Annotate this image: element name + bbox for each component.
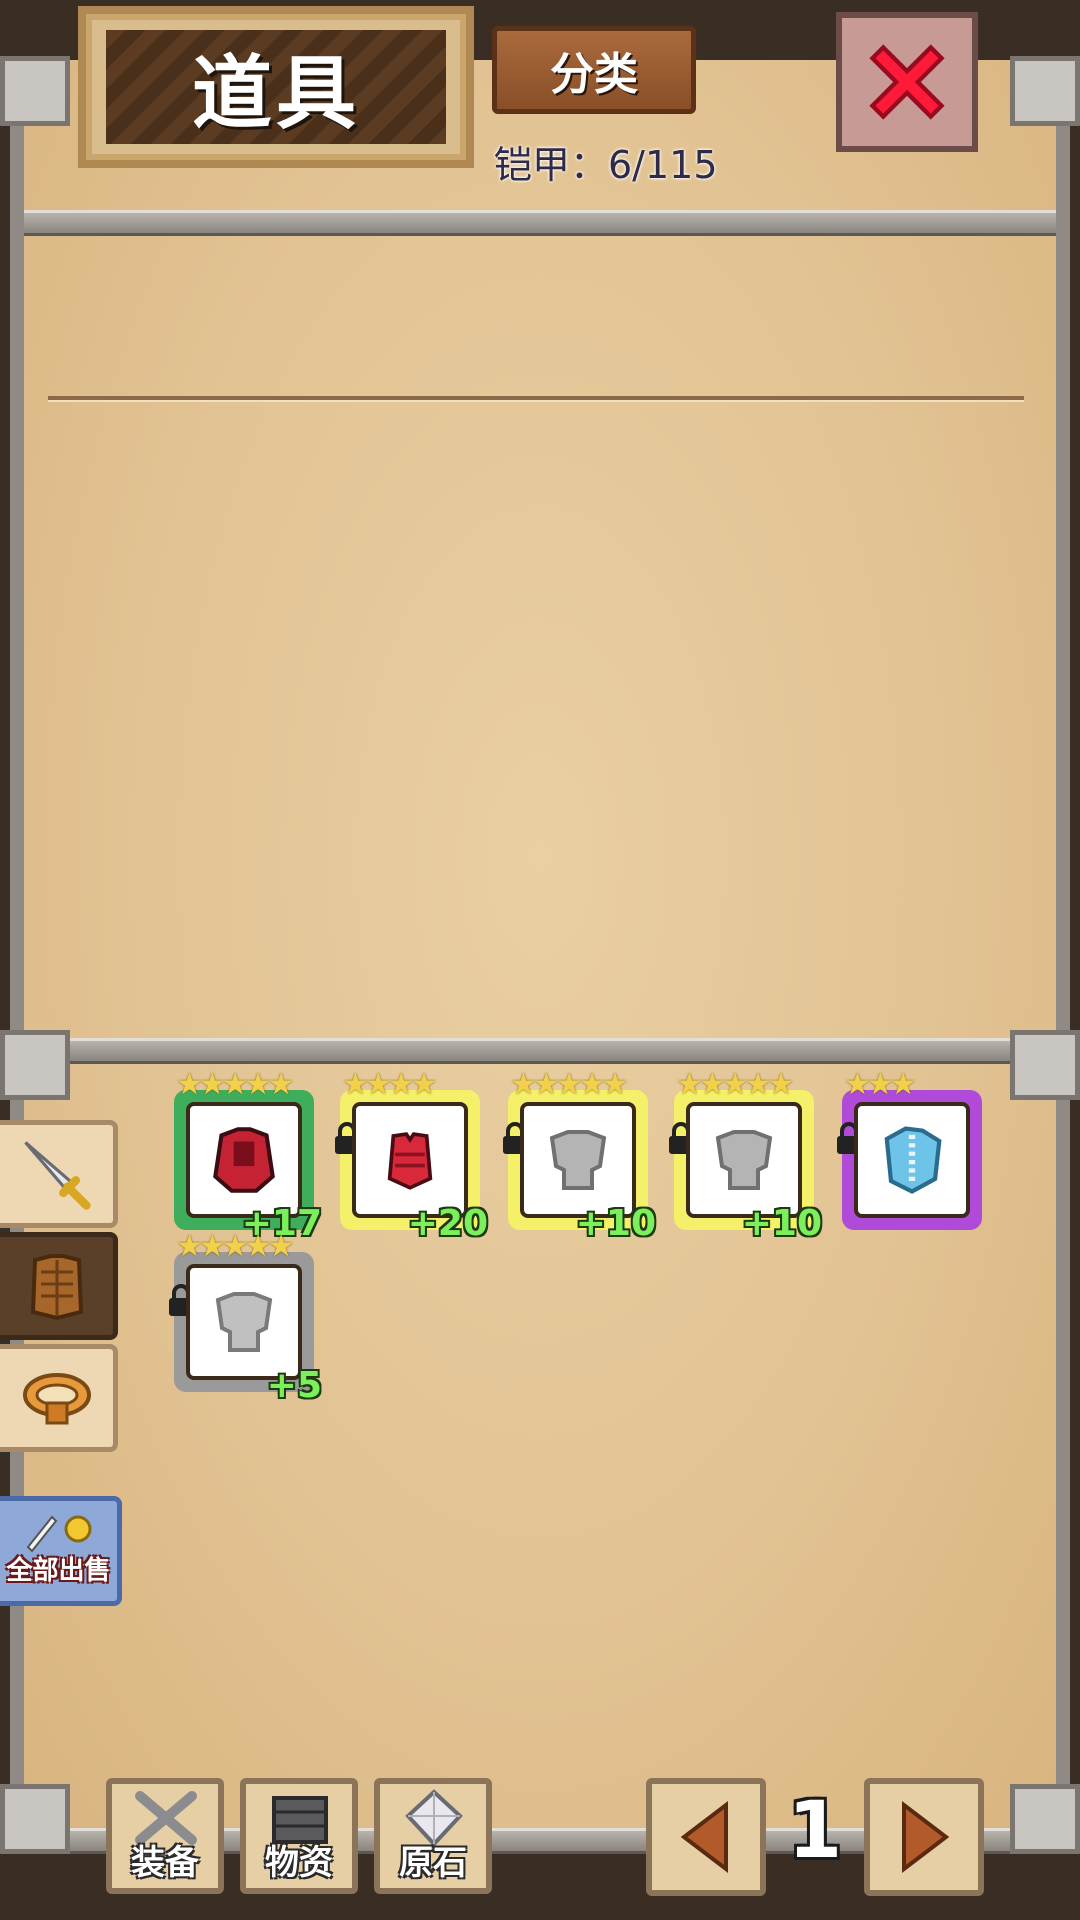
armor-count: 铠甲：6/115 [494,143,718,187]
star-rating: ★★★★ [342,1067,438,1102]
star-rating: ★★★★★ [176,1229,295,1264]
tab-armor[interactable] [0,1232,118,1340]
gray-armor-icon [549,1130,607,1190]
item-icon-frame [186,1102,302,1218]
enhance-level: +10 [575,1203,656,1244]
equip-label: 装备 [131,1843,199,1883]
inventory-panel [10,60,1070,1854]
frame-corner [0,1784,70,1854]
equip-button[interactable]: 装备 [106,1778,224,1894]
frame-rail-top [24,210,1056,236]
star-rating: ★★★★★ [510,1067,629,1102]
sell-icon [26,1515,92,1553]
item-icon-frame [520,1102,636,1218]
ore-button[interactable]: 原石 [374,1778,492,1894]
frame-corner [1010,56,1080,126]
frame-corner [0,1030,70,1100]
frame-corner [0,56,70,126]
tab-weapon[interactable] [0,1120,118,1228]
enhance-level: +20 [407,1203,488,1244]
star-rating: ★★★ [844,1067,917,1102]
item-icon-frame [186,1264,302,1380]
item-slot[interactable]: ★★★★ +20 [335,1070,488,1244]
sort-button[interactable]: 分类 [492,26,696,114]
star-rating: ★★★★★ [676,1067,795,1102]
page-title: 道具 [192,47,360,140]
star-rating: ★★★★★ [176,1067,295,1102]
sell-all-label: 全部出售 [6,1556,111,1586]
ring-icon [22,1373,91,1425]
item-icon-frame [352,1102,468,1218]
frame-corner [1010,1784,1080,1854]
sword-icon [23,1141,91,1210]
red-vest-icon [387,1132,433,1190]
frame-corner [1010,1030,1080,1100]
arrow-right-icon [902,1800,950,1874]
gray-armor-icon [715,1130,773,1190]
enhance-level: +10 [741,1203,822,1244]
item-icon-frame [686,1102,802,1218]
red-armor-icon [213,1127,275,1193]
frame-rail-middle [24,1038,1056,1064]
title-plate: 道具 [78,6,474,168]
blue-armor-icon [884,1126,942,1194]
ore-label: 原石 [399,1843,467,1883]
item-slot[interactable]: ★★★★★ +10 [503,1070,656,1244]
prev-page-button[interactable] [646,1778,766,1896]
tab-accessory[interactable] [0,1344,118,1452]
item-slot[interactable]: ★★★★★ +5 [169,1232,322,1406]
close-button[interactable] [836,12,978,152]
item-slot[interactable]: ★★★★★ +10 [669,1070,822,1244]
page-number: 1 [787,1786,843,1876]
section-divider [48,396,1024,402]
item-icon-frame [854,1102,970,1218]
item-slot[interactable]: ★★★★★ +17 [174,1070,322,1244]
item-slot[interactable]: ★★★ [837,1070,982,1230]
supplies-button[interactable]: 物资 [240,1778,358,1894]
arrow-left-icon [680,1800,728,1874]
next-page-button[interactable] [864,1778,984,1896]
supplies-label: 物资 [265,1843,333,1883]
armor-icon [30,1254,83,1321]
enhance-level: +5 [266,1365,322,1406]
sell-all-button[interactable]: 全部出售 [0,1496,122,1606]
gray-armor-icon [215,1292,273,1352]
close-icon [869,44,945,120]
title-board: 道具 [106,30,446,144]
